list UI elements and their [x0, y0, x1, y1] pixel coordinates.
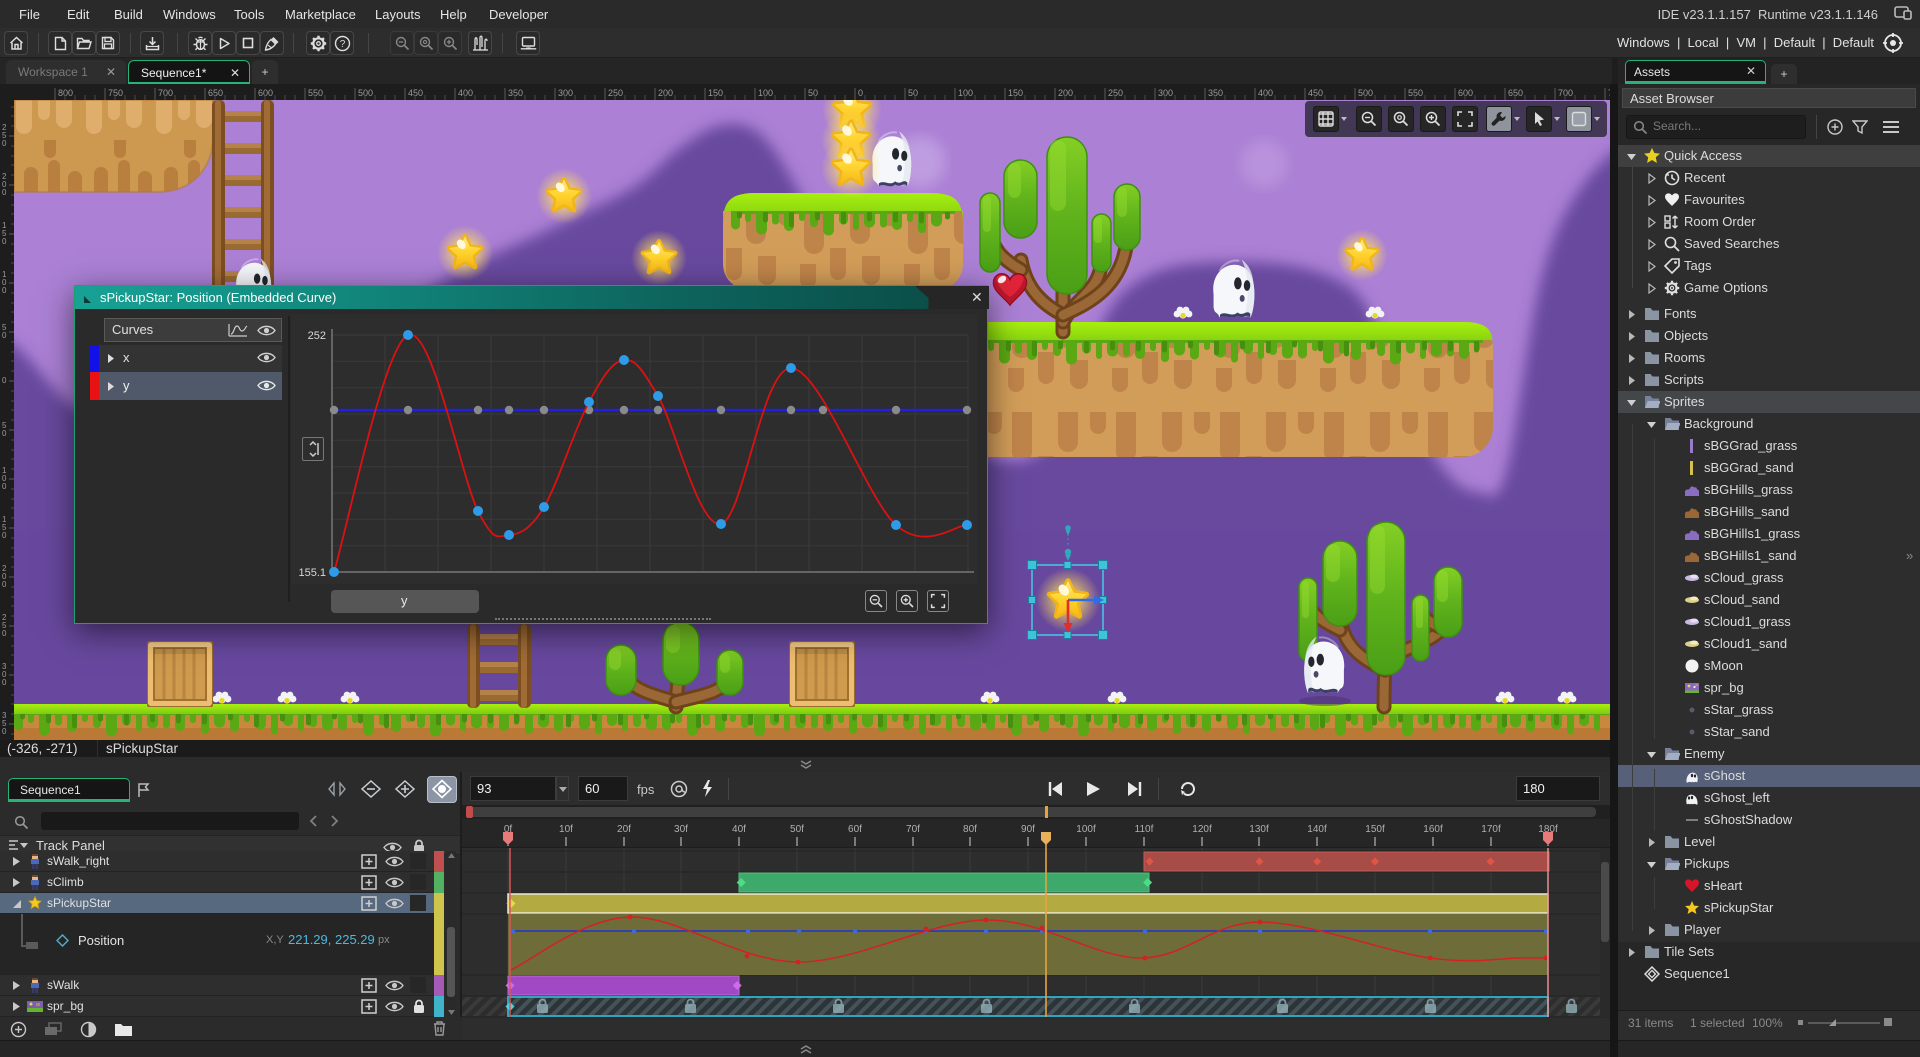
svg-text:400: 400 — [458, 88, 473, 98]
svg-text:650: 650 — [208, 88, 223, 98]
svg-text:400: 400 — [1258, 88, 1273, 98]
svg-text:50: 50 — [808, 88, 818, 98]
svg-text:550: 550 — [308, 88, 323, 98]
svg-text:0: 0 — [2, 429, 7, 438]
svg-text:0: 0 — [2, 580, 7, 589]
svg-text:200: 200 — [658, 88, 673, 98]
svg-text:100: 100 — [958, 88, 973, 98]
svg-text:450: 450 — [408, 88, 423, 98]
svg-text:50: 50 — [908, 88, 918, 98]
svg-text:0: 0 — [2, 629, 7, 638]
svg-text:252: 252 — [308, 330, 326, 342]
svg-text:650: 650 — [1508, 88, 1523, 98]
svg-text:450: 450 — [1308, 88, 1323, 98]
svg-text:0: 0 — [2, 286, 7, 295]
svg-text:0: 0 — [2, 727, 7, 736]
svg-text:0: 0 — [2, 482, 7, 491]
svg-text:250: 250 — [608, 88, 623, 98]
svg-text:?: ? — [340, 39, 346, 50]
svg-text:0: 0 — [858, 88, 863, 98]
svg-text:300: 300 — [558, 88, 573, 98]
svg-text:350: 350 — [508, 88, 523, 98]
svg-text:350: 350 — [1208, 88, 1223, 98]
svg-text:600: 600 — [258, 88, 273, 98]
svg-text:150: 150 — [708, 88, 723, 98]
svg-text:550: 550 — [1408, 88, 1423, 98]
svg-text:250: 250 — [1108, 88, 1123, 98]
svg-text:800: 800 — [58, 88, 73, 98]
svg-text:300: 300 — [1158, 88, 1173, 98]
svg-text:500: 500 — [358, 88, 373, 98]
svg-text:100: 100 — [758, 88, 773, 98]
svg-text:150: 150 — [1008, 88, 1023, 98]
svg-text:0: 0 — [2, 188, 7, 197]
svg-text:155.1: 155.1 — [298, 567, 326, 579]
svg-text:0: 0 — [2, 237, 7, 246]
svg-text:700: 700 — [158, 88, 173, 98]
svg-text:600: 600 — [1458, 88, 1473, 98]
svg-text:500: 500 — [1358, 88, 1373, 98]
svg-text:200: 200 — [1058, 88, 1073, 98]
svg-text:0: 0 — [2, 139, 7, 148]
svg-text:750: 750 — [108, 88, 123, 98]
svg-text:700: 700 — [1558, 88, 1573, 98]
svg-text:0: 0 — [2, 531, 7, 540]
svg-text:0: 0 — [2, 331, 7, 340]
svg-text:0: 0 — [2, 678, 7, 687]
svg-text:0: 0 — [2, 376, 7, 385]
